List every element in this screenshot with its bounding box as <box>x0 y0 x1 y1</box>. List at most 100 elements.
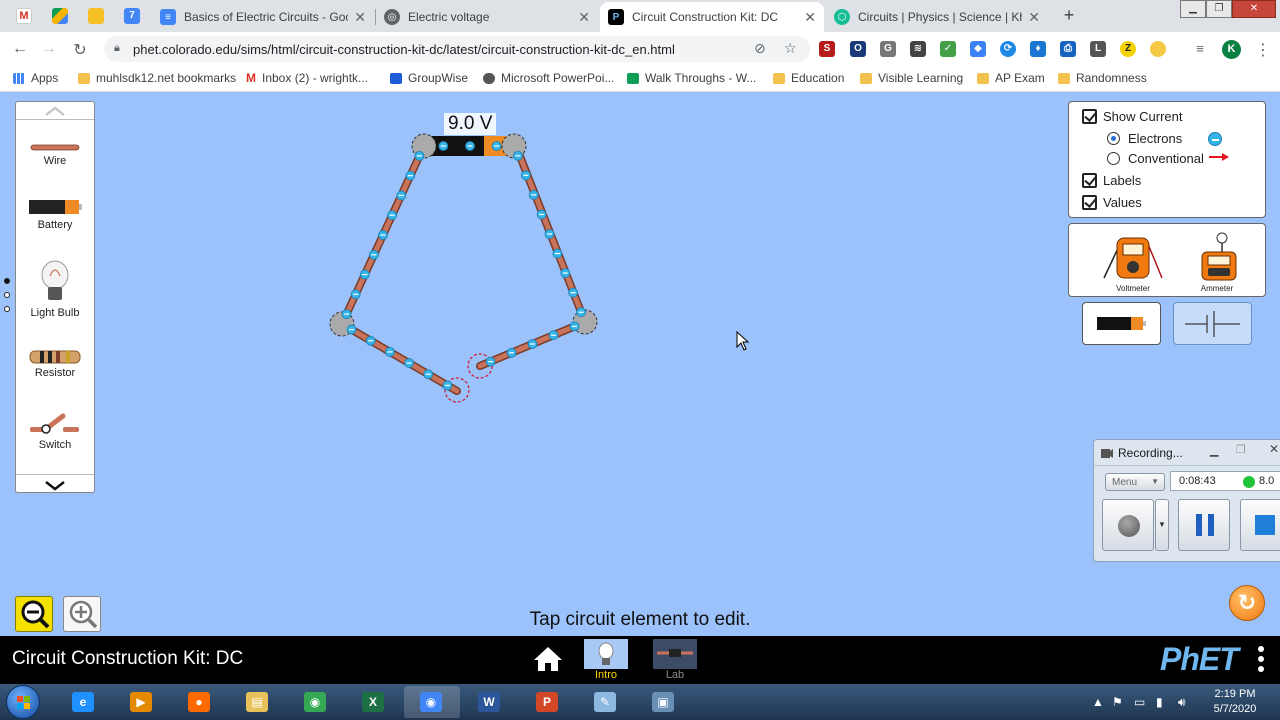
bookmark-ap-exam[interactable]: AP Exam <box>977 71 1045 85</box>
taskbar-internet-explorer[interactable]: e <box>56 686 112 718</box>
phet-menu-icon[interactable] <box>1258 646 1264 676</box>
recorder-minimize-icon[interactable]: ▁ <box>1210 444 1218 457</box>
tray-overflow-icon[interactable]: ▲ <box>1092 695 1104 709</box>
bookmark-randomness[interactable]: Randomness <box>1058 71 1147 85</box>
reload-icon[interactable]: ↻ <box>71 40 89 60</box>
zoom-out-button[interactable] <box>15 596 53 632</box>
windows-start-button[interactable] <box>6 685 40 719</box>
close-icon[interactable]: ✕ <box>578 9 590 26</box>
extension-layers-icon[interactable]: ≋ <box>910 41 926 57</box>
carousel-down-button[interactable] <box>16 478 94 496</box>
extension-print-icon[interactable]: ⎙ <box>1060 41 1076 57</box>
circuit-canvas[interactable]: 9.0 V <box>320 110 620 415</box>
toolbox-light-bulb[interactable]: Light Bulb <box>16 260 94 319</box>
close-icon[interactable]: ✕ <box>1028 9 1040 26</box>
taskbar-recorder[interactable]: ▣ <box>636 686 692 718</box>
recorder-pause-button[interactable] <box>1178 499 1230 551</box>
new-tab-button[interactable]: + <box>1058 5 1080 27</box>
reset-all-button[interactable]: ↻ <box>1229 585 1265 621</box>
recorder-record-button[interactable] <box>1102 499 1154 551</box>
page-dot[interactable] <box>4 306 10 312</box>
drive-pinned-tab-icon[interactable] <box>52 8 68 24</box>
taskbar-file-explorer[interactable]: ▤ <box>230 686 286 718</box>
bookmark-powerpoint[interactable]: Microsoft PowerPoi... <box>483 71 614 85</box>
toolbox-battery[interactable]: Battery <box>16 198 94 231</box>
volume-icon[interactable]: 🔊︎ <box>1178 695 1186 710</box>
minimize-window-button[interactable]: ▁ <box>1180 0 1206 18</box>
page-dot[interactable] <box>4 278 10 284</box>
electrons-radio[interactable]: Electrons <box>1107 131 1182 146</box>
phet-logo[interactable]: PhET <box>1160 641 1239 678</box>
home-icon[interactable] <box>533 645 563 673</box>
browser-menu-icon[interactable]: ⋮ <box>1254 40 1272 60</box>
screen-lab-button[interactable]: Lab <box>653 639 697 681</box>
power-icon[interactable]: ▭ <box>1134 695 1145 709</box>
network-icon[interactable]: ▮ <box>1156 695 1163 709</box>
site-permissions-icon[interactable]: ⊘ <box>754 40 766 57</box>
extension-g-icon[interactable]: G <box>880 41 896 57</box>
close-icon[interactable]: ✕ <box>354 9 366 26</box>
taskbar-chrome[interactable]: ◉ <box>288 686 344 718</box>
toolbox-wire[interactable]: Wire <box>16 142 94 167</box>
action-center-icon[interactable]: ⚑ <box>1112 695 1123 709</box>
bookmark-star-icon[interactable]: ☆ <box>784 40 797 57</box>
maximize-window-button[interactable]: ❐ <box>1206 0 1232 18</box>
taskbar-firefox[interactable]: ● <box>172 686 228 718</box>
address-bar[interactable]: 🔒︎ phet.colorado.edu/sims/html/circuit-c… <box>104 36 810 62</box>
tab-khan-academy-circuits[interactable]: ⬡ Circuits | Physics | Science | Khan ✕ <box>826 2 1048 32</box>
taskbar-media-player[interactable]: ▶ <box>114 686 170 718</box>
circuit-drawing[interactable] <box>320 110 620 410</box>
forward-arrow-icon[interactable]: → <box>40 40 58 58</box>
labels-checkbox[interactable]: Labels <box>1082 173 1141 188</box>
recorder-maximize-icon[interactable]: ❐ <box>1236 443 1246 456</box>
taskbar-excel[interactable]: X <box>346 686 402 718</box>
taskbar-chrome-profile[interactable]: ◉ <box>404 686 460 718</box>
recorder-menu-dropdown[interactable]: Menu ▼ <box>1105 473 1165 491</box>
zoom-in-button[interactable] <box>63 596 101 632</box>
voltmeter-tool[interactable]: Voltmeter <box>1093 230 1173 293</box>
conventional-radio[interactable]: Conventional <box>1107 151 1204 166</box>
tab-basics-of-electric-circuits[interactable]: ≡ Basics of Electric Circuits - Googl ✕ <box>152 2 374 32</box>
bookmark-inbox[interactable]: M Inbox (2) - wrightk... <box>246 71 368 85</box>
gmail-pinned-tab-icon[interactable]: M <box>16 8 32 24</box>
bookmark-visible-learning[interactable]: Visible Learning <box>860 71 963 85</box>
schematic-view-button[interactable] <box>1173 302 1252 345</box>
extension-o-icon[interactable]: O <box>850 41 866 57</box>
extension-s-icon[interactable]: S <box>819 41 835 57</box>
bookmark-apps[interactable]: Apps <box>13 71 58 85</box>
close-window-button[interactable]: ✕ <box>1232 0 1276 18</box>
taskbar-word[interactable]: W <box>462 686 518 718</box>
extension-z-icon[interactable]: Z <box>1120 41 1136 57</box>
recorder-record-options-button[interactable]: ▼ <box>1155 499 1169 551</box>
extension-bell-icon[interactable]: ♦ <box>1030 41 1046 57</box>
screen-intro-button[interactable]: Intro <box>584 639 628 681</box>
show-current-checkbox[interactable]: Show Current <box>1082 109 1182 124</box>
recorder-stop-button[interactable] <box>1240 499 1280 551</box>
profile-avatar[interactable]: K <box>1222 40 1241 59</box>
tab-circuit-construction-kit[interactable]: P Circuit Construction Kit: DC ✕ <box>600 2 824 32</box>
extension-coin-icon[interactable] <box>1150 41 1166 57</box>
system-clock[interactable]: 2:19 PM 5/7/2020 <box>1206 687 1264 717</box>
taskbar-powerpoint[interactable]: P <box>520 686 576 718</box>
extension-compass-icon[interactable]: ⟳ <box>1000 41 1016 57</box>
keep-pinned-tab-icon[interactable] <box>88 8 104 24</box>
extension-green-icon[interactable]: ✓ <box>940 41 956 57</box>
ammeter-tool[interactable]: Ammeter <box>1177 230 1257 293</box>
calendar-pinned-tab-icon[interactable]: 7 <box>124 8 140 24</box>
bookmark-groupwise[interactable]: GroupWise <box>390 71 468 85</box>
close-icon[interactable]: ✕ <box>804 9 816 26</box>
extension-l-icon[interactable]: L <box>1090 41 1106 57</box>
wire-bottom-left[interactable] <box>338 320 461 395</box>
tab-electric-voltage[interactable]: ◎ Electric voltage ✕ <box>376 2 598 32</box>
recorder-close-icon[interactable]: ✕ <box>1269 442 1279 456</box>
page-dot[interactable] <box>4 292 10 298</box>
bookmark-walk-throughs[interactable]: Walk Throughs - W... <box>627 71 756 85</box>
cast-media-icon[interactable]: ≡ <box>1192 41 1208 57</box>
lifelike-view-button[interactable] <box>1082 302 1161 345</box>
back-arrow-icon[interactable]: ← <box>11 40 29 58</box>
bookmark-muhlsdk12[interactable]: muhlsdk12.net bookmarks <box>78 71 236 85</box>
extension-puzzle-icon[interactable]: ◆ <box>970 41 986 57</box>
bookmark-education[interactable]: Education <box>773 71 844 85</box>
taskbar-paint[interactable]: ✎ <box>578 686 634 718</box>
toolbox-switch[interactable]: Switch <box>16 412 94 451</box>
